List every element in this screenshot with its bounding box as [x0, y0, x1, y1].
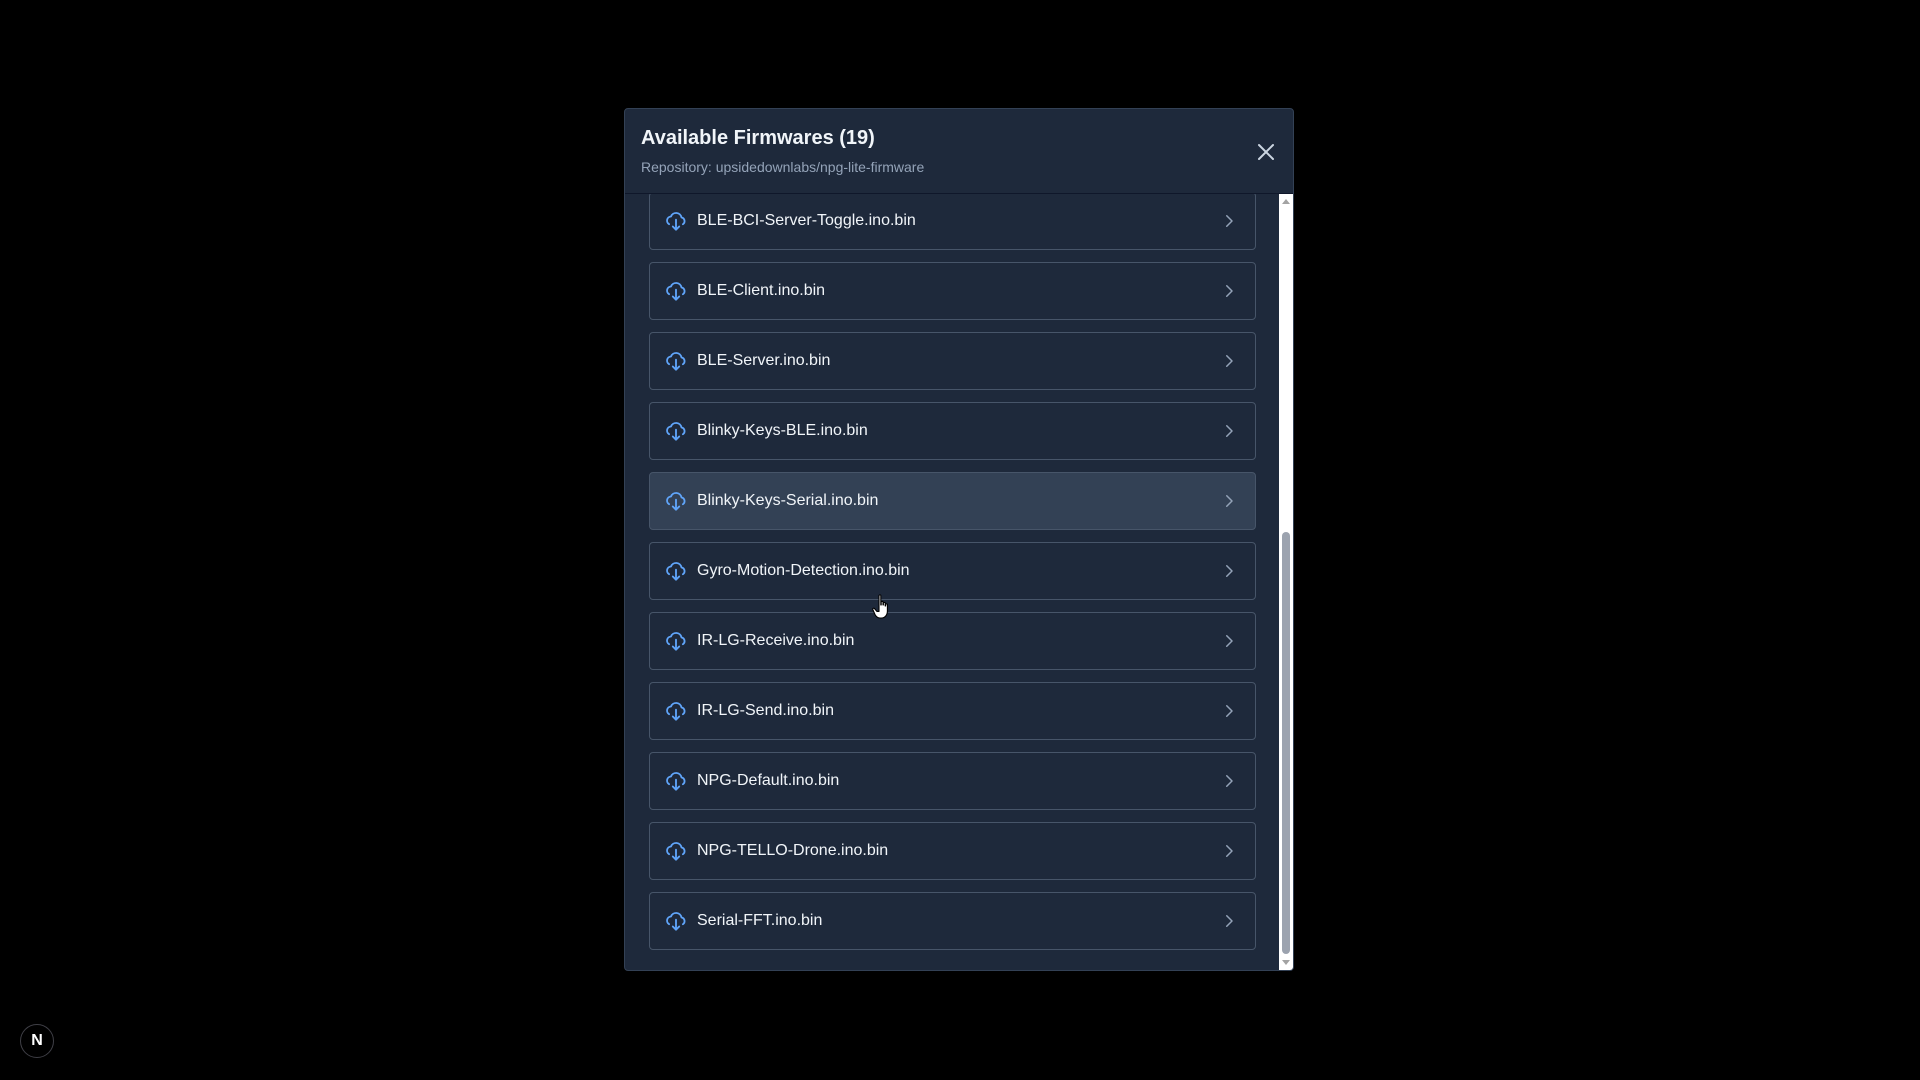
firmware-name: IR-LG-Send.ino.bin [697, 702, 834, 719]
firmware-item[interactable]: BLE-Client.ino.bin [649, 262, 1256, 320]
scroll-down-arrow[interactable] [1282, 960, 1290, 965]
chevron-right-icon [1226, 355, 1233, 367]
firmware-name: Serial-FFT.ino.bin [697, 912, 823, 929]
chevron-right-icon [1226, 565, 1233, 577]
firmware-name: Blinky-Keys-Serial.ino.bin [697, 492, 879, 509]
firmware-item[interactable]: NPG-Default.ino.bin [649, 752, 1256, 810]
firmware-item[interactable]: NPG-TELLO-Drone.ino.bin [649, 822, 1256, 880]
firmware-item[interactable]: Gyro-Motion-Detection.ino.bin [649, 542, 1256, 600]
cloud-download-icon [666, 702, 686, 721]
modal-header: Available Firmwares (19) Repository: ups… [625, 109, 1293, 194]
cloud-download-icon [666, 842, 686, 861]
firmware-name: IR-LG-Receive.ino.bin [697, 632, 855, 649]
chevron-right-icon [1226, 425, 1233, 437]
firmware-name: NPG-TELLO-Drone.ino.bin [697, 842, 889, 859]
chevron-right-icon [1226, 775, 1233, 787]
close-button[interactable] [1253, 139, 1279, 165]
dev-tools-badge[interactable]: N [20, 1024, 54, 1058]
firmware-name: BLE-Client.ino.bin [697, 282, 826, 299]
cloud-download-icon [666, 212, 686, 231]
firmware-modal: Available Firmwares (19) Repository: ups… [624, 108, 1294, 971]
cloud-download-icon [666, 772, 686, 791]
firmware-name: Gyro-Motion-Detection.ino.bin [697, 562, 910, 579]
firmware-item[interactable]: Serial-FFT.ino.bin [649, 892, 1256, 950]
chevron-right-icon [1226, 915, 1233, 927]
chevron-right-icon [1226, 635, 1233, 647]
chevron-right-icon [1226, 495, 1233, 507]
firmware-item[interactable]: BLE-BCI-Server-Toggle.ino.bin [649, 194, 1256, 250]
cloud-download-icon [666, 492, 686, 511]
chevron-right-icon [1226, 705, 1233, 717]
cloud-download-icon [666, 562, 686, 581]
cloud-download-icon [666, 632, 686, 651]
chevron-right-icon [1226, 845, 1233, 857]
firmware-item[interactable]: Blinky-Keys-Serial.ino.bin [649, 472, 1256, 530]
modal-title: Available Firmwares (19) [641, 127, 875, 149]
chevron-right-icon [1226, 285, 1233, 297]
scrollbar[interactable] [1279, 194, 1293, 970]
cloud-download-icon [666, 352, 686, 371]
firmware-name: NPG-Default.ino.bin [697, 772, 840, 789]
chevron-right-icon [1226, 215, 1233, 227]
firmware-item[interactable]: IR-LG-Receive.ino.bin [649, 612, 1256, 670]
repository-label: Repository: upsidedownlabs/npg-lite-firm… [641, 159, 925, 175]
firmware-item[interactable]: Blinky-Keys-BLE.ino.bin [649, 402, 1256, 460]
cloud-download-icon [666, 422, 686, 441]
firmware-list[interactable]: BLE-BCI-Server-Toggle.ino.bin BLE-Client… [625, 194, 1281, 970]
cloud-download-icon [666, 282, 686, 301]
firmware-item[interactable]: IR-LG-Send.ino.bin [649, 682, 1256, 740]
firmware-name: BLE-BCI-Server-Toggle.ino.bin [697, 212, 916, 229]
firmware-name: BLE-Server.ino.bin [697, 352, 831, 369]
scroll-up-arrow[interactable] [1282, 199, 1290, 204]
scrollbar-thumb[interactable] [1282, 532, 1290, 954]
cloud-download-icon [666, 912, 686, 931]
close-icon [1258, 144, 1274, 160]
firmware-item[interactable]: BLE-Server.ino.bin [649, 332, 1256, 390]
firmware-name: Blinky-Keys-BLE.ino.bin [697, 422, 868, 439]
